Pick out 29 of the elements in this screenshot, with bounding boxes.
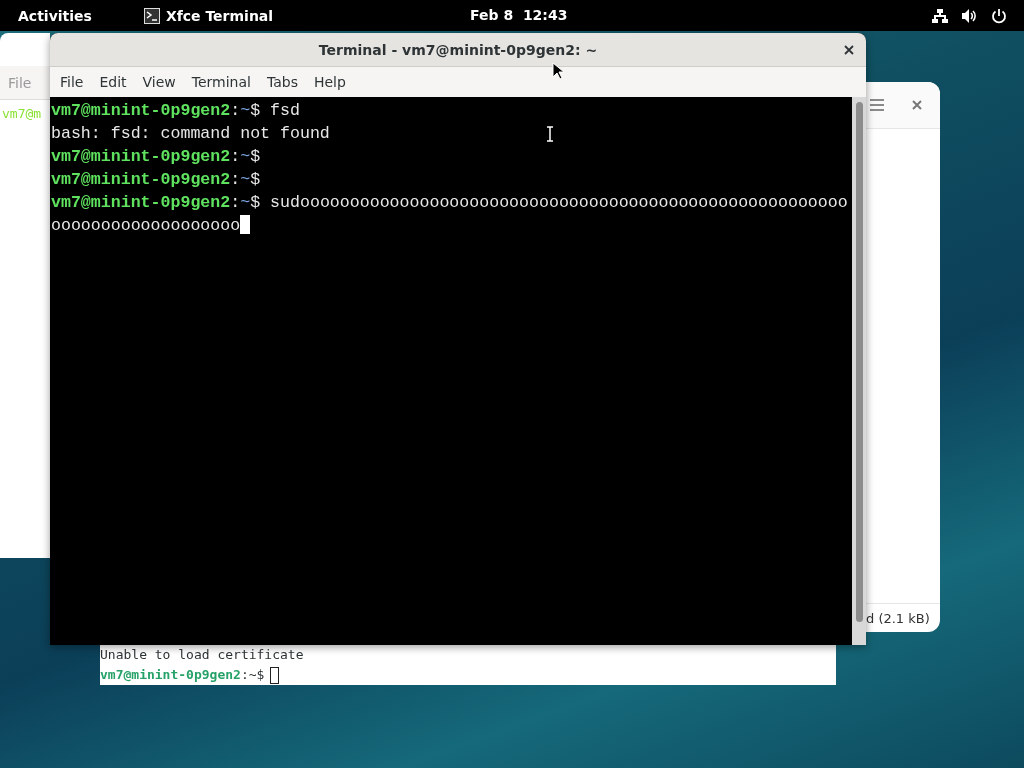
text-cursor — [270, 666, 280, 684]
terminal-output: Unable to load certificate — [100, 646, 305, 664]
menu-item[interactable]: Help — [305, 70, 354, 94]
terminal-line: vm7@minint-0p9gen2:~$ sudoooooooooooooooooooooooooooooooooooooooooooooooooooooooooooooooooooooooooo — [51, 192, 849, 237]
window-title: Terminal - vm7@minint-0p9gen2: ~ — [318, 41, 598, 58]
terminal-line: vm7@minint-0p9gen2:~$ fsd — [51, 100, 300, 122]
text-cursor-icon — [546, 126, 554, 142]
app-name[interactable]: Xfce Terminal — [165, 7, 274, 24]
power-icon[interactable] — [991, 7, 1007, 24]
terminal-text: vm7@m — [2, 106, 42, 121]
menu-item[interactable]: File — [52, 70, 92, 94]
menu-item[interactable]: Terminal — [183, 70, 259, 94]
scrollbar[interactable] — [852, 97, 866, 645]
file-size-text: d (2.1 kB) — [866, 610, 930, 626]
terminal-line: vm7@minint-0p9gen2:~$ — [51, 169, 262, 191]
network-icon[interactable] — [932, 7, 948, 24]
activities-button[interactable]: Activities — [10, 3, 100, 28]
menu-item[interactable]: Tabs — [258, 70, 306, 94]
menu-icon[interactable] — [870, 99, 884, 111]
terminal-line: vm7@minint-0p9gen2:~$ — [51, 146, 262, 168]
clock[interactable]: Feb 8 12:43 — [470, 7, 568, 23]
volume-icon[interactable] — [961, 7, 978, 24]
terminal-prompt: vm7@minint-0p9gen2:~$ — [100, 666, 265, 684]
terminal-output: bash: fsd: command not found — [51, 123, 330, 145]
menu-item[interactable]: View — [134, 70, 184, 94]
terminal-icon — [143, 7, 160, 24]
menu-item[interactable]: Edit — [91, 70, 135, 94]
close-icon — [844, 45, 854, 55]
close-icon[interactable] — [912, 100, 922, 110]
